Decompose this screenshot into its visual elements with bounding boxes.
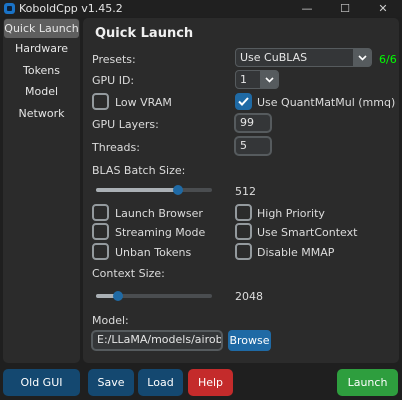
smartcontext-label: Use SmartContext bbox=[257, 226, 358, 239]
chevron-down-icon[interactable] bbox=[353, 48, 371, 67]
sidebar: Quick Launch Hardware Tokens Model Netwo… bbox=[3, 18, 80, 363]
launch-button[interactable]: Launch bbox=[337, 369, 398, 396]
blas-batch-slider-thumb[interactable] bbox=[173, 185, 184, 195]
launch-browser-checkbox[interactable] bbox=[92, 204, 109, 221]
presets-dropdown[interactable]: Use CuBLAS bbox=[235, 48, 372, 67]
sidebar-item-tokens[interactable]: Tokens bbox=[4, 61, 79, 80]
sidebar-item-network[interactable]: Network bbox=[4, 104, 79, 123]
checkmark-icon bbox=[238, 97, 249, 106]
context-size-value: 2048 bbox=[235, 290, 263, 303]
gpu-layers-input[interactable]: 99 bbox=[234, 113, 272, 133]
blas-batch-value: 512 bbox=[235, 185, 256, 198]
model-label: Model: bbox=[92, 314, 129, 327]
context-size-label: Context Size: bbox=[92, 267, 165, 280]
low-vram-label: Low VRAM bbox=[115, 96, 172, 109]
gpu-id-label: GPU ID: bbox=[92, 74, 135, 87]
high-priority-label: High Priority bbox=[257, 207, 325, 220]
disable-mmap-label: Disable MMAP bbox=[257, 246, 335, 259]
quick-launch-panel: Quick Launch Presets: Use CuBLAS 6/6 GPU… bbox=[83, 18, 399, 363]
sidebar-item-model[interactable]: Model bbox=[4, 82, 79, 101]
presets-label: Presets: bbox=[92, 53, 136, 66]
low-vram-checkbox[interactable] bbox=[92, 93, 109, 110]
help-button[interactable]: Help bbox=[188, 369, 233, 396]
koboldcpp-app-icon bbox=[4, 3, 15, 14]
smartcontext-checkbox[interactable] bbox=[235, 223, 252, 240]
page-title: Quick Launch bbox=[95, 26, 194, 41]
load-button[interactable]: Load bbox=[138, 369, 183, 396]
blas-batch-slider-fill bbox=[96, 188, 179, 192]
save-button[interactable]: Save bbox=[88, 369, 134, 396]
blas-batch-size-label: BLAS Batch Size: bbox=[92, 164, 186, 177]
threads-input[interactable]: 5 bbox=[234, 136, 272, 156]
context-size-slider-thumb[interactable] bbox=[113, 291, 124, 301]
old-gui-button[interactable]: Old GUI bbox=[3, 369, 80, 396]
high-priority-checkbox[interactable] bbox=[235, 204, 252, 221]
close-button[interactable]: ✕ bbox=[364, 0, 402, 17]
presets-value: Use CuBLAS bbox=[240, 51, 308, 64]
title-bar: KoboldCpp v1.45.2 — ☐ ✕ bbox=[0, 0, 402, 17]
unban-tokens-label: Unban Tokens bbox=[115, 246, 192, 259]
chevron-down-icon[interactable] bbox=[260, 70, 278, 89]
sidebar-item-quick-launch[interactable]: Quick Launch bbox=[4, 19, 79, 38]
window-title: KoboldCpp v1.45.2 bbox=[19, 2, 123, 15]
launch-browser-label: Launch Browser bbox=[115, 207, 203, 220]
gpu-layers-label: GPU Layers: bbox=[92, 118, 159, 131]
sidebar-item-hardware[interactable]: Hardware bbox=[4, 39, 79, 58]
quantmatmul-checkbox[interactable] bbox=[235, 93, 252, 110]
quantmatmul-label: Use QuantMatMul (mmq) bbox=[257, 96, 396, 109]
presets-count: 6/6 bbox=[379, 53, 397, 66]
gpu-id-value: 1 bbox=[240, 73, 247, 86]
gpu-id-dropdown[interactable]: 1 bbox=[235, 70, 279, 89]
blas-batch-slider[interactable] bbox=[96, 185, 212, 195]
unban-tokens-checkbox[interactable] bbox=[92, 243, 109, 260]
threads-label: Threads: bbox=[92, 141, 140, 154]
browse-button[interactable]: Browse bbox=[228, 330, 271, 351]
disable-mmap-checkbox[interactable] bbox=[235, 243, 252, 260]
model-path-input[interactable]: E:/LLaMA/models/airoboro bbox=[91, 330, 223, 351]
maximize-button[interactable]: ☐ bbox=[326, 0, 364, 17]
streaming-mode-checkbox[interactable] bbox=[92, 223, 109, 240]
minimize-button[interactable]: — bbox=[288, 0, 326, 17]
streaming-mode-label: Streaming Mode bbox=[115, 226, 206, 239]
context-size-slider[interactable] bbox=[96, 291, 212, 301]
